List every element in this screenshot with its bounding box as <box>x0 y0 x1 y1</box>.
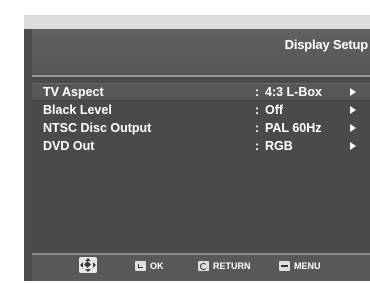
menu-item-separator: : <box>255 139 260 153</box>
menu-item-separator: : <box>255 103 260 117</box>
menu-list: TV Aspect : 4:3 L-Box Black Level : Off … <box>32 77 370 253</box>
menu-item-ntsc-disc-output[interactable]: NTSC Disc Output : PAL 60Hz <box>32 120 370 136</box>
arrow-right-icon <box>350 142 356 150</box>
return-icon <box>198 261 209 271</box>
menu-item-dvd-out[interactable]: DVD Out : RGB <box>32 138 370 154</box>
menu-item-value: PAL 60Hz <box>265 121 322 135</box>
header-bar <box>24 15 370 29</box>
menu-item-value: RGB <box>265 139 293 153</box>
footer-help-bar: OK RETURN MENU <box>32 255 370 281</box>
page-title: Display Setup <box>284 37 369 52</box>
title-bar <box>32 29 370 75</box>
arrow-right-icon <box>350 124 356 132</box>
arrow-right-icon <box>350 88 356 96</box>
enter-icon <box>135 261 146 271</box>
directional-pad-icon <box>79 257 97 273</box>
menu-item-separator: : <box>255 121 260 135</box>
menu-item-separator: : <box>255 85 260 99</box>
ok-label: OK <box>150 261 164 271</box>
setup-menu-screen: Display Setup TV Aspect : 4:3 L-Box Blac… <box>24 15 370 281</box>
menu-icon <box>279 261 290 271</box>
menu-item-label: NTSC Disc Output <box>43 121 152 135</box>
menu-item-label: Black Level <box>43 103 112 117</box>
arrow-right-icon <box>350 106 356 114</box>
menu-label: MENU <box>294 261 321 271</box>
menu-item-label: DVD Out <box>43 139 95 153</box>
return-label: RETURN <box>213 261 251 271</box>
menu-item-tv-aspect[interactable]: TV Aspect : 4:3 L-Box <box>32 83 370 101</box>
menu-item-black-level[interactable]: Black Level : Off <box>32 102 370 118</box>
menu-item-value: Off <box>265 103 284 117</box>
menu-item-value: 4:3 L-Box <box>265 85 322 99</box>
menu-item-label: TV Aspect <box>43 85 104 99</box>
